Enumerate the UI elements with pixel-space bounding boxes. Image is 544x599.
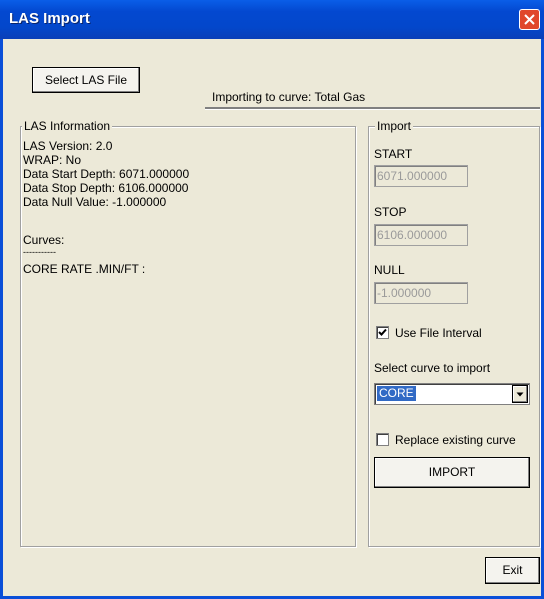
import-status-text: Importing to curve: Total Gas — [212, 90, 366, 104]
exit-button[interactable]: Exit — [485, 557, 540, 584]
curve-select-arrow[interactable] — [512, 385, 528, 403]
use-file-interval-label[interactable]: Use File Interval — [395, 326, 482, 340]
null-input[interactable]: -1.000000 — [374, 282, 468, 304]
stop-input[interactable]: 6106.000000 — [374, 224, 468, 246]
import-group-title: Import — [375, 119, 414, 133]
null-label: NULL — [374, 263, 405, 277]
curve-entry: CORE RATE .MIN/FT : — [23, 262, 146, 276]
curves-separator: ----------- — [23, 247, 56, 257]
stop-label: STOP — [374, 205, 407, 219]
close-icon — [524, 14, 535, 25]
close-button[interactable] — [519, 9, 540, 30]
window-title: LAS Import — [9, 10, 90, 27]
curve-select[interactable]: CORE — [374, 383, 530, 405]
select-curve-label: Select curve to import — [374, 361, 491, 375]
replace-existing-curve-checkbox[interactable] — [376, 433, 389, 446]
title-bar[interactable]: LAS Import — [0, 0, 544, 39]
las-import-window: LAS Import Select LAS File Importing to … — [0, 0, 544, 599]
checkmark-icon — [378, 328, 387, 336]
select-las-file-button[interactable]: Select LAS File — [32, 67, 140, 93]
data-null-value-text: Data Null Value: -1.000000 — [23, 195, 167, 209]
data-start-depth-text: Data Start Depth: 6071.000000 — [23, 167, 190, 181]
wrap-text: WRAP: No — [23, 153, 82, 167]
data-stop-depth-text: Data Stop Depth: 6106.000000 — [23, 181, 189, 195]
curve-select-value: CORE — [377, 386, 416, 401]
las-information-title: LAS Information — [22, 119, 113, 133]
curves-label: Curves: — [23, 233, 65, 247]
status-divider — [205, 107, 540, 110]
start-label: START — [374, 147, 413, 161]
replace-existing-curve-label[interactable]: Replace existing curve — [395, 433, 516, 447]
start-input[interactable]: 6071.000000 — [374, 165, 468, 187]
las-version-text: LAS Version: 2.0 — [23, 139, 113, 153]
chevron-down-icon — [516, 392, 524, 397]
import-button[interactable]: IMPORT — [374, 457, 530, 488]
use-file-interval-checkbox[interactable] — [376, 326, 389, 339]
